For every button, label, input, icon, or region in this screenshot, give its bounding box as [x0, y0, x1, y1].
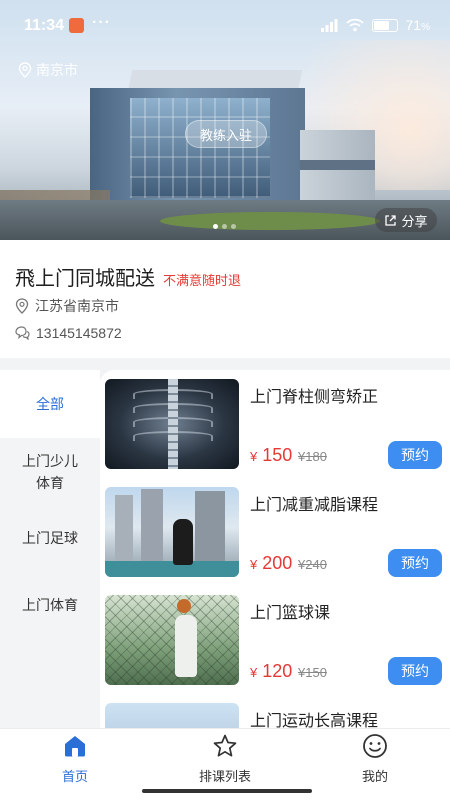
category-kids-sports[interactable]: 上门少儿体育 [0, 450, 100, 494]
list-item[interactable]: 上门脊柱侧弯矫正 ¥ 150 ¥180 预约 [105, 379, 445, 471]
course-original-price: ¥150 [298, 665, 327, 680]
carousel-dot [213, 224, 218, 229]
store-phone: 13145145872 [36, 325, 122, 341]
location-pin-icon [18, 62, 32, 78]
course-name: 上门运动长高课程 [250, 713, 379, 730]
tab-label: 排课列表 [198, 769, 251, 784]
coach-join-button[interactable]: 教练入驻 [185, 120, 267, 148]
status-bar: 11:34 ··· 71% [0, 0, 450, 50]
store-address-row[interactable]: 江苏省南京市 [15, 296, 119, 316]
carousel-dot [231, 224, 236, 229]
signal-icon [320, 18, 338, 32]
building-main [90, 88, 305, 208]
battery-percent: 71 [405, 17, 422, 33]
category-sports[interactable]: 上门体育 [0, 594, 100, 616]
store-name: 飛上门同城配送 [15, 268, 155, 290]
course-thumbnail [105, 595, 239, 685]
course-thumbnail [105, 379, 239, 469]
home-icon [65, 736, 85, 757]
category-label: 上门体育 [22, 597, 78, 613]
tab-label: 我的 [361, 769, 388, 784]
star-icon [213, 734, 237, 757]
course-thumbnail [105, 703, 239, 730]
location-selector[interactable]: 南京市 [18, 60, 78, 80]
wifi-icon [345, 18, 364, 32]
status-time: 11:34 [24, 17, 65, 34]
category-label: 上门少儿体育 [22, 453, 78, 491]
category-label: 上门足球 [22, 530, 78, 546]
tab-schedule[interactable]: 排课列表 [165, 733, 285, 785]
category-sidebar: 全部 上门少儿体育 上门足球 上门体育 [0, 370, 100, 730]
store-phone-row[interactable]: 13145145872 [15, 325, 122, 341]
list-item[interactable]: 上门篮球课 ¥ 120 ¥150 预约 [105, 595, 445, 687]
course-list: 上门脊柱侧弯矫正 ¥ 150 ¥180 预约 上门减重减脂课程 ¥ 200 ¥2… [100, 370, 450, 730]
course-name: 上门篮球课 [250, 605, 331, 622]
course-original-price: ¥240 [298, 557, 327, 572]
category-all[interactable]: 全部 [0, 370, 100, 438]
tab-label: 首页 [61, 769, 88, 784]
refund-guarantee-tag: 不满意随时退 [163, 273, 242, 288]
carousel-indicator [213, 224, 236, 229]
category-football[interactable]: 上门足球 [0, 527, 100, 549]
status-more: ··· [92, 14, 111, 31]
course-price: ¥ 150 [250, 445, 293, 465]
list-item[interactable]: 上门减重减脂课程 ¥ 200 ¥240 预约 [105, 487, 445, 579]
store-address: 江苏省南京市 [35, 298, 119, 314]
course-name: 上门脊柱侧弯矫正 [250, 389, 379, 406]
book-button[interactable]: 预约 [388, 549, 442, 577]
location-label: 南京市 [36, 62, 78, 78]
battery-icon [371, 18, 398, 32]
course-name: 上门减重减脂课程 [250, 497, 379, 514]
tab-home[interactable]: 首页 [15, 733, 135, 785]
category-label: 全部 [36, 396, 64, 412]
share-button[interactable]: 分享 [375, 208, 437, 232]
tab-mine[interactable]: 我的 [315, 733, 435, 785]
share-icon [385, 214, 397, 226]
carousel-dot [222, 224, 227, 229]
course-price: ¥ 120 [250, 661, 293, 681]
location-pin-icon [15, 298, 29, 314]
course-thumbnail [105, 487, 239, 577]
course-price: ¥ 200 [250, 553, 293, 573]
app-notification-icon [69, 18, 84, 33]
list-item[interactable]: 上门运动长高课程 [105, 703, 445, 730]
book-button[interactable]: 预约 [388, 657, 442, 685]
building-wing [300, 130, 375, 205]
share-label: 分享 [401, 213, 428, 229]
hero-lawn [160, 212, 380, 230]
store-info-card: 飛上门同城配送 不满意随时退 江苏省南京市 13145145872 [0, 240, 450, 358]
battery-unit: % [421, 22, 430, 33]
book-button[interactable]: 预约 [388, 441, 442, 469]
course-original-price: ¥180 [298, 449, 327, 464]
smile-icon [363, 734, 387, 758]
home-indicator[interactable] [142, 789, 312, 793]
chat-icon [15, 326, 30, 340]
